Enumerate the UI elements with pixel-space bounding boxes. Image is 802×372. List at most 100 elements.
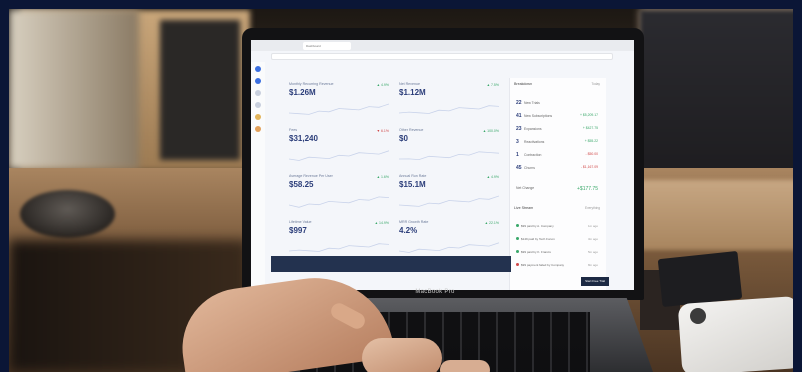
sparkline: [289, 103, 389, 115]
live-stream-time: 3m ago: [587, 237, 598, 241]
status-dot-icon: [516, 263, 519, 266]
live-stream-item[interactable]: $99 paid by K. Francis 5m ago: [516, 250, 598, 254]
metric-label: Monthly Recurring Revenue: [289, 82, 334, 86]
laptop-screen: Dashboard Monthly Recurring Revenue $1.26…: [251, 40, 634, 290]
footer-bar: [271, 256, 511, 272]
settings-icon[interactable]: [255, 126, 261, 132]
right-hand: [362, 338, 442, 372]
net-change-label: Net Change: [516, 186, 535, 190]
reports-icon[interactable]: [255, 102, 261, 108]
live-stream-item[interactable]: $149 paid by Tech Forum 3m ago: [516, 237, 598, 241]
live-stream-filter[interactable]: Everything: [585, 206, 600, 210]
metric-value: $1.26M: [289, 88, 316, 97]
breakdown-label: New Subscriptions: [524, 114, 553, 118]
metric-delta: ▲ 4.9%: [376, 83, 389, 87]
live-stream-text: $99 payment failed by Company: [521, 263, 565, 267]
breakdown-count: 3: [516, 139, 519, 145]
alerts-icon[interactable]: [255, 114, 261, 120]
metric-label: Lifetime Value: [289, 220, 312, 224]
live-stream-title: Live Stream: [514, 206, 534, 210]
browser-tab[interactable]: Dashboard: [303, 42, 351, 50]
phone-camera-icon: [690, 308, 706, 324]
start-trial-button[interactable]: Start Free Trial: [581, 277, 609, 286]
metric-label: Average Revenue Per User: [289, 174, 333, 178]
metric-delta: ▲ 14.9%: [374, 221, 389, 225]
metric-delta: ▲ 4.9%: [486, 175, 499, 179]
breakdown-count: 22: [516, 100, 522, 106]
breakdown-row: 23 Expansions + $427.75: [516, 126, 598, 132]
background-cabinet: [640, 10, 800, 175]
table-edge: [630, 180, 802, 250]
metric-card[interactable]: Average Revenue Per User $58.25 ▲ 1.6%: [289, 174, 393, 216]
sparkline: [399, 195, 499, 207]
metric-label: MRR Growth Rate: [399, 220, 429, 224]
metric-delta: ▲ 7.5%: [486, 83, 499, 87]
breakdown-count: 1: [516, 152, 519, 158]
metric-delta: ▲ 100.0%: [482, 129, 499, 133]
metric-delta: ▲ 22.1%: [484, 221, 499, 225]
breakdown-value: - $1,167.09: [580, 165, 598, 169]
sparkline: [399, 105, 499, 114]
breakdown-label: Expansions: [524, 127, 542, 131]
metric-card[interactable]: Annual Run Rate $15.1M ▲ 4.9%: [399, 174, 503, 216]
status-dot-icon: [516, 250, 519, 253]
breakdown-value: - $50.00: [585, 152, 598, 156]
sparkline: [289, 196, 389, 208]
metric-card[interactable]: Net Revenue $1.12M ▲ 7.5%: [399, 82, 503, 124]
live-stream-time: 8m ago: [587, 263, 598, 267]
sparkline: [289, 150, 389, 161]
metric-value: $0: [399, 134, 408, 143]
live-stream-text: $149 paid by Tech Forum: [521, 237, 555, 241]
status-dot-icon: [516, 237, 519, 240]
status-dot-icon: [516, 224, 519, 227]
metric-label: Other Revenue: [399, 128, 424, 132]
breakdown-label: Churns: [524, 166, 535, 170]
metric-label: Net Revenue: [399, 82, 420, 86]
metric-delta: ▼ 6.1%: [376, 129, 389, 133]
photo-scene: Dashboard Monthly Recurring Revenue $1.26…: [0, 0, 802, 372]
live-stream-item[interactable]: $99 payment failed by Company 8m ago: [516, 263, 598, 267]
metric-card[interactable]: Fees $31,240 ▼ 6.1%: [289, 128, 393, 170]
breakdown-panel: Breakdown Today 22 New Trials 41 New Subscr…: [509, 78, 606, 290]
breakdown-label: Contraction: [524, 153, 542, 157]
live-stream-item[interactable]: $99 paid by A. Company 1m ago: [516, 224, 598, 228]
right-finger: [440, 360, 490, 372]
charger-box: [657, 250, 743, 308]
live-stream-time: 5m ago: [587, 250, 598, 254]
metric-value: $997: [289, 226, 307, 235]
metric-value: $58.25: [289, 180, 314, 189]
browser-tab-bar: Dashboard: [251, 40, 634, 51]
breakdown-period[interactable]: Today: [591, 82, 600, 86]
breakdown-row: 41 New Subscriptions + $5,209.17: [516, 113, 598, 119]
metric-value: $31,240: [289, 134, 318, 143]
logo-icon: [255, 66, 261, 72]
background-window: [9, 9, 139, 169]
breakdown-row: 1 Contraction - $50.00: [516, 152, 598, 158]
laptop-brand-label: MacBook Pro: [415, 289, 455, 295]
breakdown-count: 23: [516, 126, 522, 132]
app-sidebar: [251, 62, 265, 290]
net-change-value: +$177.75: [577, 186, 598, 192]
metric-value: 4.2%: [399, 226, 418, 235]
breakdown-value: + $427.75: [582, 126, 598, 130]
breakdown-value: + $55.22: [584, 139, 598, 143]
metric-label: Fees: [289, 128, 297, 132]
breakdown-row: 45 Churns - $1,167.09: [516, 165, 598, 171]
live-stream-time: 1m ago: [587, 224, 598, 228]
dashboard-icon[interactable]: [255, 78, 261, 84]
customers-icon[interactable]: [255, 90, 261, 96]
metric-card[interactable]: Other Revenue $0 ▲ 100.0%: [399, 128, 503, 170]
metric-card[interactable]: Monthly Recurring Revenue $1.26M ▲ 4.9%: [289, 82, 393, 124]
background-panel: [160, 20, 240, 160]
metric-label: Annual Run Rate: [399, 174, 427, 178]
url-bar[interactable]: [271, 53, 613, 60]
sparkline: [289, 243, 389, 252]
live-stream-text: $99 paid by K. Francis: [521, 250, 551, 254]
breakdown-title: Breakdown: [514, 82, 532, 86]
live-stream-text: $99 paid by A. Company: [521, 224, 554, 228]
sparkline: [399, 151, 499, 161]
breakdown-row: 3 Reactivations + $55.22: [516, 139, 598, 145]
mug: [20, 190, 115, 238]
breakdown-count: 41: [516, 113, 522, 119]
metric-delta: ▲ 1.6%: [376, 175, 389, 179]
